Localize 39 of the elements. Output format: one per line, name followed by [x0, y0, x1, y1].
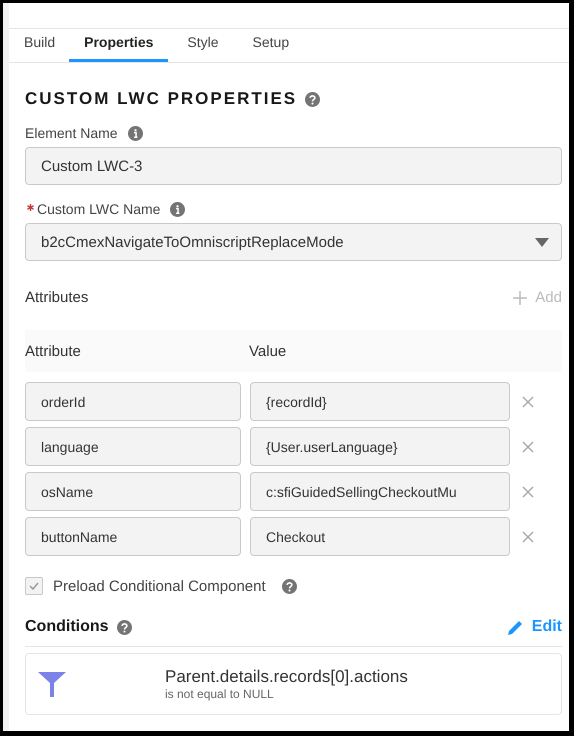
value-field[interactable]: {User.userLanguage}: [250, 427, 510, 466]
section-title: Attributes: [25, 289, 88, 306]
checkbox[interactable]: [25, 577, 43, 595]
plus-icon: [513, 290, 528, 304]
help-icon[interactable]: [282, 578, 297, 594]
section-heading: CUSTOM LWC PROPERTIES: [25, 89, 298, 109]
info-icon[interactable]: [128, 126, 143, 140]
filter-icon: [38, 672, 66, 696]
checkbox-label: Preload Conditional Component: [53, 578, 266, 594]
help-icon[interactable]: [116, 620, 132, 634]
field-label: Custom LWC Name: [37, 201, 160, 217]
tab[interactable]: Properties: [69, 29, 168, 62]
lwc-name-dropdown[interactable]: b2cCmexNavigateToOmniscriptReplaceMode: [25, 223, 562, 261]
column-header: Value: [249, 342, 286, 360]
checkmark-icon: [29, 582, 39, 590]
tab[interactable]: Build: [24, 29, 66, 62]
info-icon[interactable]: [170, 202, 186, 216]
caret-icon: [535, 238, 549, 246]
close-icon[interactable]: [522, 530, 534, 542]
column-header: Attribute: [25, 342, 82, 360]
close-icon[interactable]: [522, 440, 534, 452]
help-icon[interactable]: [305, 92, 320, 106]
pencil-icon[interactable]: [506, 618, 524, 636]
attribute-field[interactable]: buttonName: [25, 517, 241, 556]
element-name-field[interactable]: Custom LWC-3: [25, 147, 562, 185]
tab[interactable]: Style: [172, 29, 234, 62]
field-label: Element Name: [25, 125, 118, 141]
value-field[interactable]: {recordId}: [250, 382, 510, 421]
condition-field: Parent.details.records[0].actions: [165, 667, 408, 687]
section-title: Conditions: [25, 618, 109, 636]
attribute-field[interactable]: osName: [25, 472, 241, 511]
close-icon[interactable]: [522, 486, 534, 498]
close-icon[interactable]: [522, 396, 534, 408]
value-field[interactable]: Checkout: [250, 517, 510, 556]
value-field[interactable]: c:sfiGuidedSellingCheckoutMu: [250, 472, 510, 511]
condition-operator: is not equal to NULL: [165, 687, 275, 701]
attribute-field[interactable]: orderId: [25, 382, 241, 421]
attribute-field[interactable]: language: [25, 427, 241, 466]
tab[interactable]: Setup: [238, 29, 304, 62]
